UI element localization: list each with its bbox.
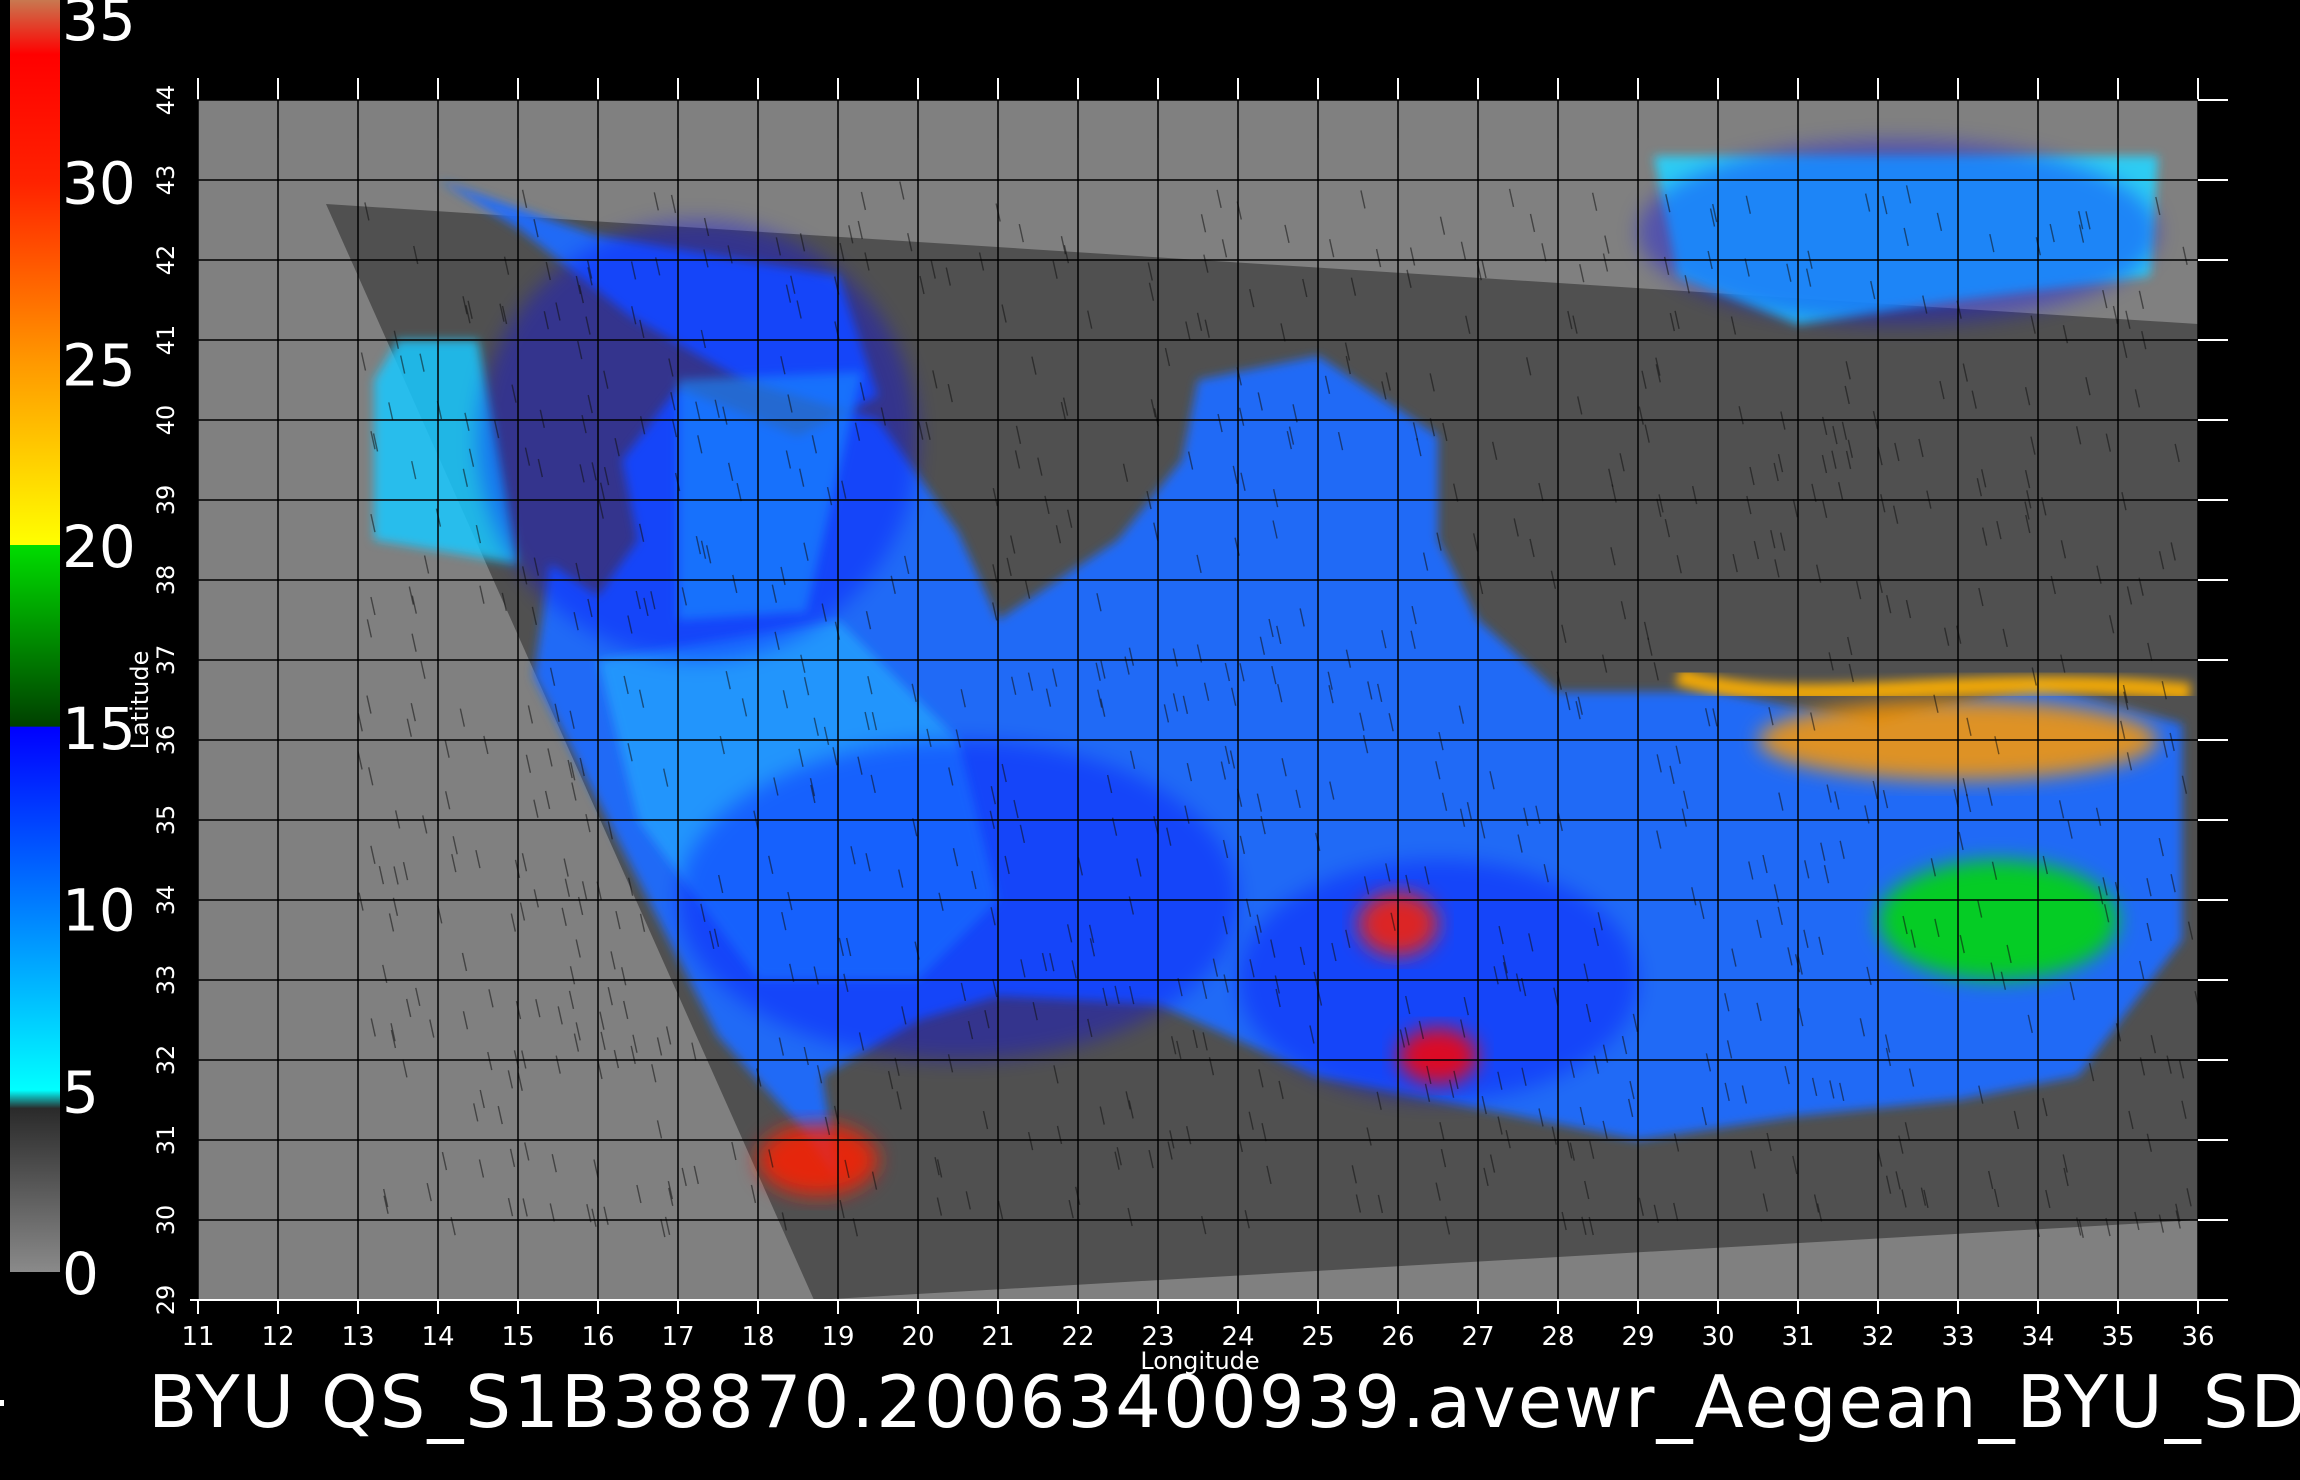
longitude-tick-label: 18 — [741, 1322, 774, 1352]
wind-speed-region — [1638, 140, 2158, 324]
latitude-tick-label: 30 — [152, 1205, 180, 1236]
longitude-tick-label: 31 — [1781, 1322, 1814, 1352]
map-panel: 11 12 13 14 15 16 17 18 19 20 21 22 23 24 25 26 27 28 29 30… — [126, 78, 2228, 1375]
colorbar-tick-label: 0 — [62, 1240, 99, 1308]
wind-speed-region — [1878, 860, 2118, 980]
longitude-tick-label: 26 — [1381, 1322, 1414, 1352]
colorbar-tick-label: 5 — [62, 1058, 99, 1126]
latitude-tick-label: 35 — [152, 805, 180, 836]
wind-speed-region — [758, 1124, 878, 1196]
longitude-tick-label: 17 — [661, 1322, 694, 1352]
wind-speed-region — [1398, 1028, 1478, 1084]
longitude-tick-label: 35 — [2101, 1322, 2134, 1352]
colorbar-tick-label: 10 — [62, 877, 136, 945]
figure-caption: BYU QS_S1B38870.20063400939.avewr_Aegean… — [148, 1360, 2300, 1444]
map-figure: 0 5 10 15 20 25 30 35 11 12 13 14 15 16 17 18 19 20 21 22 2… — [10, 0, 2228, 1375]
latitude-tick-label: 40 — [152, 405, 180, 436]
y-axis-label: Latitude — [126, 651, 154, 750]
colorbar-tick-label: 20 — [62, 513, 136, 581]
colorbar-gradient — [10, 0, 60, 1272]
colorbar-tick-labels: 0 5 10 15 20 25 30 35 — [62, 0, 136, 1308]
latitude-tick-label: 42 — [152, 245, 180, 276]
longitude-tick-label: 32 — [1861, 1322, 1894, 1352]
latitude-tick-label: 41 — [152, 325, 180, 356]
latitude-tick-label: 36 — [152, 725, 180, 756]
colorbar-tick-label: 30 — [62, 150, 136, 218]
colorbar: 0 5 10 15 20 25 30 35 — [10, 0, 136, 1308]
latitude-tick-label: 34 — [152, 885, 180, 916]
longitude-tick-label: 28 — [1541, 1322, 1574, 1352]
longitude-tick-label: 27 — [1461, 1322, 1494, 1352]
latitude-tick-label: 31 — [152, 1125, 180, 1156]
longitude-tick-label: 19 — [821, 1322, 854, 1352]
latitude-tick-label: 37 — [152, 645, 180, 676]
longitude-tick-label: 11 — [181, 1322, 214, 1352]
longitude-tick-label: 20 — [901, 1322, 934, 1352]
wind-speed-region — [478, 220, 918, 660]
longitude-tick-label: 13 — [341, 1322, 374, 1352]
latitude-tick-label: 44 — [152, 85, 180, 116]
longitude-tick-label: 15 — [501, 1322, 534, 1352]
longitude-tick-label: 16 — [581, 1322, 614, 1352]
colorbar-tick-label: 25 — [62, 331, 136, 399]
latitude-tick-label: 39 — [152, 485, 180, 516]
longitude-tick-label: 33 — [1941, 1322, 1974, 1352]
latitude-tick-labels: 29 30 31 32 33 34 35 36 37 38 39 40 41 42 43 44 — [152, 85, 180, 1316]
longitude-tick-label: 29 — [1621, 1322, 1654, 1352]
longitude-tick-label: 25 — [1301, 1322, 1334, 1352]
longitude-tick-label: 22 — [1061, 1322, 1094, 1352]
colorbar-tick-label: 35 — [62, 0, 136, 54]
latitude-tick-label: 43 — [152, 165, 180, 196]
longitude-tick-label: 34 — [2021, 1322, 2054, 1352]
longitude-tick-label: 14 — [421, 1322, 454, 1352]
edge-marker — [0, 1400, 4, 1406]
longitude-tick-label: 30 — [1701, 1322, 1734, 1352]
latitude-tick-label: 38 — [152, 565, 180, 596]
longitude-tick-label: 36 — [2181, 1322, 2214, 1352]
latitude-tick-label: 29 — [152, 1285, 180, 1316]
longitude-tick-label: 12 — [261, 1322, 294, 1352]
latitude-tick-label: 33 — [152, 965, 180, 996]
longitude-tick-label: 21 — [981, 1322, 1014, 1352]
colorbar-tick-label: 15 — [62, 695, 136, 763]
latitude-tick-label: 32 — [152, 1045, 180, 1076]
